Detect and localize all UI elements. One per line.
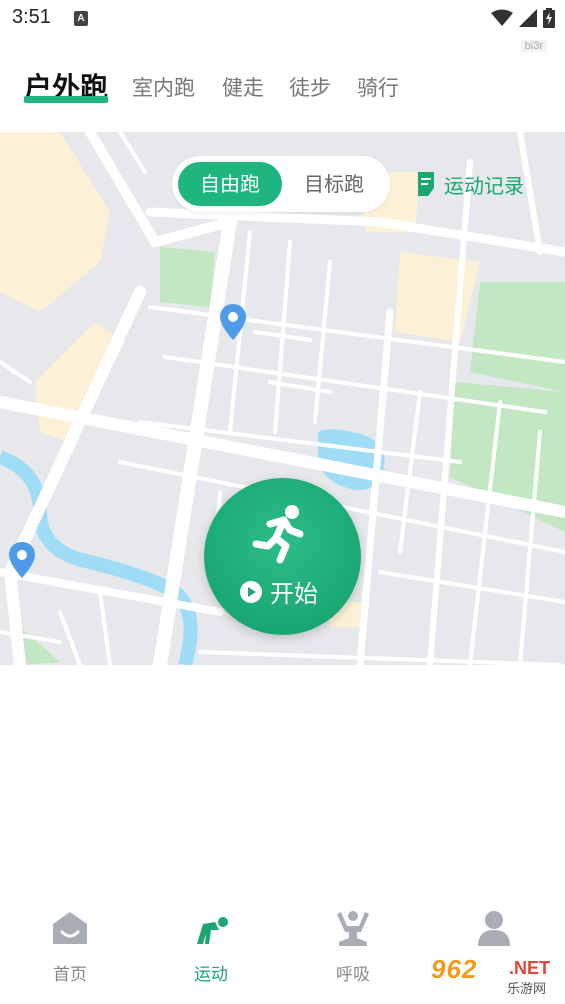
profile-icon (478, 911, 510, 946)
active-tab-indicator (24, 96, 108, 103)
watermark-site: 乐游网 (507, 982, 547, 997)
map-view[interactable]: 自由跑 目标跑 运动记录 开始 (0, 132, 565, 665)
nav-breathe-label: 呼吸 (336, 965, 370, 985)
nav-home[interactable]: 首页 (20, 908, 120, 985)
meditation-icon (337, 911, 369, 946)
tab-walk[interactable]: 健走 (222, 72, 264, 102)
tab-indoor-run[interactable]: 室内跑 (132, 72, 195, 102)
status-bar: 3:51 A bi3r (0, 0, 565, 52)
start-label: 开始 (270, 580, 318, 608)
start-label-group: 开始 (240, 574, 318, 609)
play-icon (240, 580, 262, 603)
signal-icon (519, 9, 537, 27)
watermark-text: bi3r (520, 40, 547, 52)
nav-exercise-label: 运动 (194, 965, 228, 985)
location-pin-icon (9, 542, 35, 578)
tab-cycle[interactable]: 骑行 (357, 72, 399, 102)
tab-hike[interactable]: 徒步 (289, 72, 331, 102)
notification-icon: A (74, 11, 88, 26)
start-button[interactable]: 开始 (204, 478, 361, 635)
battery-charging-icon (543, 8, 555, 28)
home-icon (53, 912, 87, 944)
watermark-number: 962 (431, 954, 478, 984)
status-time: 3:51 (12, 6, 51, 28)
records-icon (418, 172, 434, 196)
nav-breathe[interactable]: 呼吸 (303, 908, 403, 985)
nav-home-label: 首页 (53, 965, 87, 985)
nav-exercise[interactable]: 运动 (161, 908, 261, 985)
exercise-icon (197, 917, 228, 944)
runner-icon (252, 505, 304, 564)
free-run-button[interactable]: 自由跑 (178, 162, 282, 206)
run-mode-toggle: 自由跑 目标跑 (172, 156, 390, 212)
sport-type-tabs: 户外跑 室内跑 健走 徒步 骑行 (0, 62, 565, 112)
status-icons (491, 8, 555, 28)
watermark-suffix: .NET (509, 958, 551, 978)
wifi-icon (491, 9, 513, 26)
exercise-records-link[interactable]: 运动记录 (416, 170, 524, 198)
watermark-logo: 962 .NET 乐游网 (427, 952, 560, 998)
target-run-button[interactable]: 目标跑 (284, 162, 384, 206)
records-label: 运动记录 (444, 173, 524, 198)
location-pin-icon (220, 304, 246, 340)
